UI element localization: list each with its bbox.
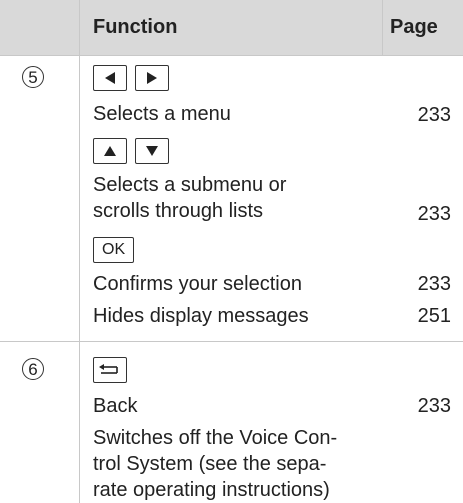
- key-row-back: [93, 357, 127, 383]
- key-row-up-down: [93, 138, 169, 164]
- item-text: Confirms your selection: [93, 273, 302, 295]
- header-function: Function: [93, 16, 178, 38]
- item-page: 251: [417, 305, 451, 327]
- item-page: 233: [417, 273, 451, 295]
- key-row-left-right: [93, 65, 169, 91]
- item-text: Back: [93, 395, 138, 417]
- row-divider: [0, 55, 463, 56]
- item-text-line2: scrolls through lists: [93, 200, 264, 222]
- item-page: 233: [417, 203, 451, 225]
- left-arrow-key-icon: [93, 65, 127, 91]
- item-text-line1: Switches off the Voice Con-: [93, 427, 338, 449]
- key-row-ok: OK: [93, 237, 135, 263]
- item-text-line2: trol System (see the sepa-: [93, 453, 327, 475]
- row-divider: [0, 341, 463, 342]
- item-text: Hides display messages: [93, 305, 309, 327]
- item-text: Selects a menu: [93, 103, 231, 125]
- back-key-icon: [93, 357, 127, 383]
- header-column-divider: [382, 0, 383, 55]
- column-divider: [79, 0, 80, 503]
- item-page: 233: [417, 395, 451, 417]
- table-header: Function Page: [0, 0, 463, 55]
- section-number-6: 6: [22, 358, 44, 380]
- item-text-line1: Selects a submenu or: [93, 174, 287, 196]
- down-arrow-key-icon: [135, 138, 169, 164]
- ok-key: OK: [93, 237, 135, 263]
- section-number-5: 5: [22, 66, 44, 88]
- item-text-line3: rate operating instructions): [93, 479, 330, 501]
- right-arrow-key-icon: [135, 65, 169, 91]
- header-page: Page: [390, 16, 438, 38]
- item-page: 233: [417, 104, 451, 126]
- up-arrow-key-icon: [93, 138, 127, 164]
